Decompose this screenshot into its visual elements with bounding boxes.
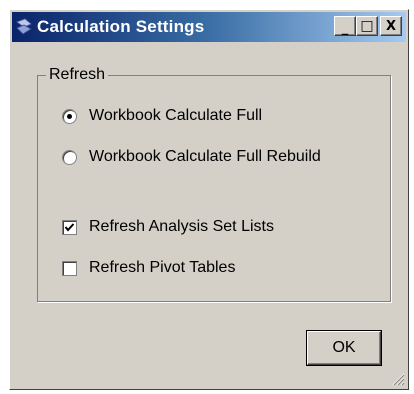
title-bar[interactable]: Calculation Settings _ □ X — [12, 12, 406, 42]
calculation-settings-dialog: Calculation Settings _ □ X Refresh Workb… — [9, 9, 409, 390]
ok-button[interactable]: OK — [306, 330, 382, 366]
resize-grip-icon[interactable] — [391, 372, 405, 386]
minimize-icon: _ — [341, 20, 349, 36]
refresh-group-label: Refresh — [46, 66, 109, 84]
maximize-icon: □ — [360, 18, 374, 34]
minimize-button[interactable]: _ — [334, 16, 356, 36]
title-bar-buttons: _ □ X — [334, 16, 402, 36]
checkbox-unchecked[interactable] — [62, 260, 77, 276]
radio-selected-dot-icon — [67, 113, 72, 119]
checkbox-checked[interactable] — [62, 219, 77, 235]
checkmark-icon — [64, 222, 75, 232]
radio-workbook-calculate-full-rebuild[interactable]: Workbook Calculate Full Rebuild — [62, 148, 321, 166]
radio-workbook-calculate-full[interactable]: Workbook Calculate Full — [62, 107, 262, 125]
maximize-button[interactable]: □ — [356, 16, 378, 36]
close-icon: X — [385, 18, 397, 34]
close-button[interactable]: X — [380, 16, 402, 36]
radio-label: Workbook Calculate Full Rebuild — [89, 148, 321, 165]
dialog-icon — [16, 18, 32, 35]
checkbox-refresh-pivot-tables[interactable]: Refresh Pivot Tables — [62, 259, 235, 277]
radio-button-unselected[interactable] — [62, 149, 77, 165]
radio-label: Workbook Calculate Full — [89, 107, 263, 124]
window-title: Calculation Settings — [37, 17, 205, 36]
radio-button-selected[interactable] — [62, 108, 77, 124]
checkbox-label: Refresh Pivot Tables — [89, 259, 236, 276]
checkbox-refresh-analysis-set-lists[interactable]: Refresh Analysis Set Lists — [62, 218, 274, 236]
checkbox-label: Refresh Analysis Set Lists — [89, 218, 274, 235]
